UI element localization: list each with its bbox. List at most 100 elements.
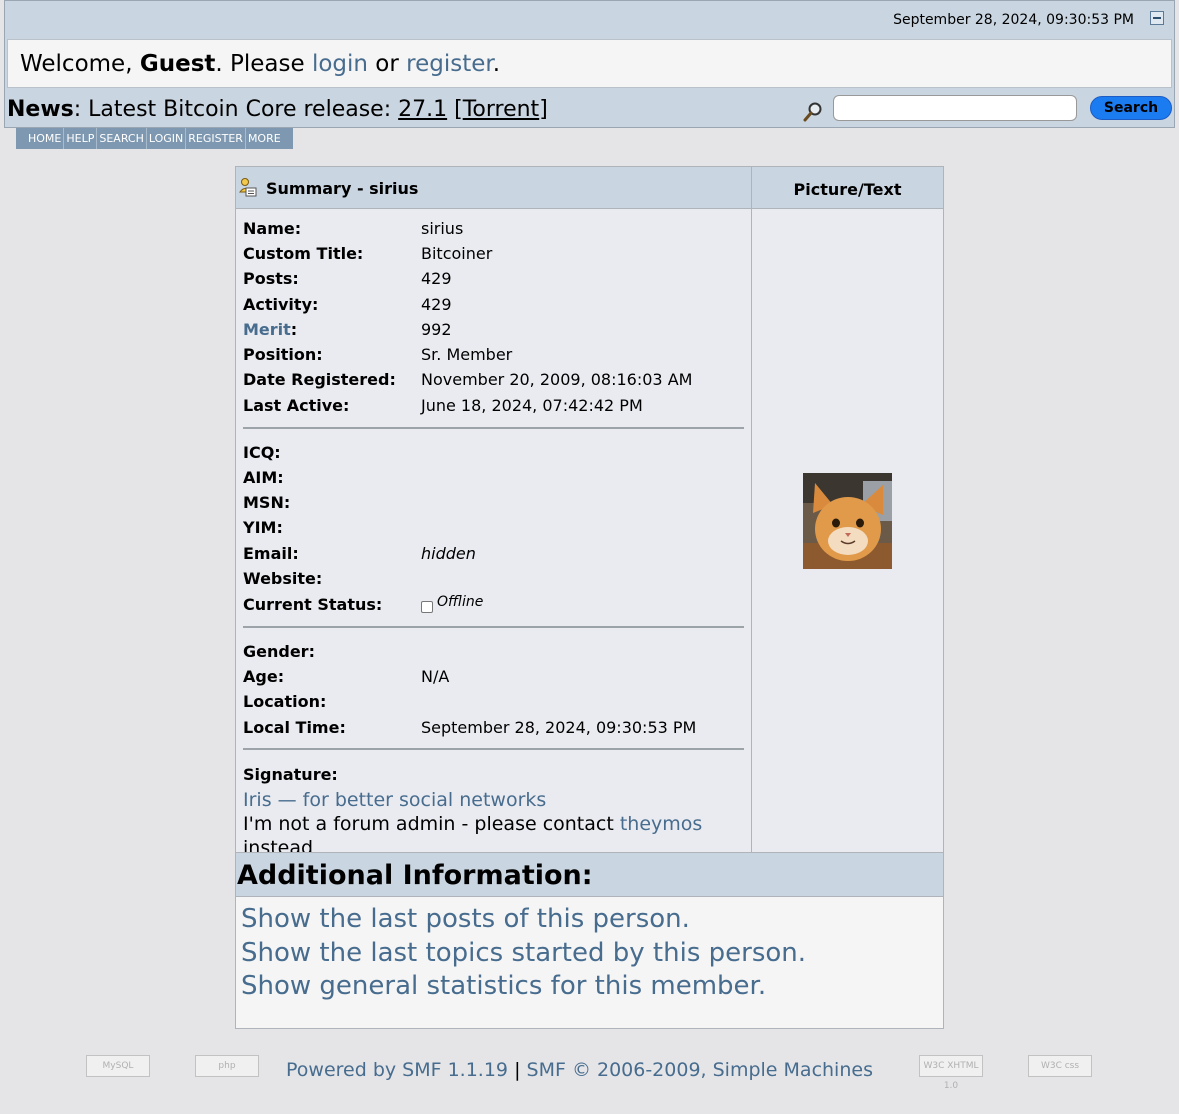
welcome-or: or [368, 51, 407, 77]
field-value: Bitcoiner [421, 244, 493, 263]
forum-header: September 28, 2024, 09:30:53 PM Welcome,… [4, 0, 1175, 128]
field-name: Name: sirius [243, 218, 743, 240]
field-activity: Activity: 429 [243, 294, 743, 316]
search-input[interactable] [833, 95, 1077, 121]
footer-credits: Powered by SMF 1.1.19 | SMF © 2006-2009,… [286, 1058, 873, 1082]
field-value: N/A [421, 667, 450, 686]
signature-label: Signature: [243, 765, 338, 784]
footer-separator: | [508, 1059, 527, 1081]
picture-body [752, 209, 943, 852]
field-position: Position: Sr. Member [243, 344, 743, 366]
additional-info-header: Additional Information: [236, 852, 943, 897]
torrent-bracket-close: ] [539, 97, 548, 122]
magnifier-icon [803, 102, 822, 122]
merit-link[interactable]: Merit [243, 320, 291, 339]
field-merit: Merit: 992 [243, 319, 743, 341]
torrent-bracket-open: [ [447, 97, 463, 122]
field-label: Local Time: [243, 718, 346, 737]
header-datetime: September 28, 2024, 09:30:53 PM [893, 12, 1134, 28]
php-badge[interactable]: php [195, 1055, 259, 1077]
menu-register[interactable]: REGISTER [186, 128, 246, 149]
mysql-badge[interactable]: MySQL [86, 1055, 150, 1077]
field-date-registered: Date Registered: November 20, 2009, 08:16… [243, 369, 743, 391]
field-label: Custom Title: [243, 244, 364, 263]
status-text: Offline [437, 594, 484, 610]
divider [243, 427, 744, 429]
field-age: Age: N/A [243, 666, 743, 688]
signature-line: I'm not a forum admin - please contact t… [243, 812, 702, 836]
field-custom-title: Custom Title: Bitcoiner [243, 243, 743, 265]
torrent-link[interactable]: Torrent [463, 97, 539, 122]
field-msn: MSN: [243, 492, 743, 514]
search-button[interactable]: Search [1090, 96, 1172, 120]
signature-text: I'm not a forum admin - please contact [243, 813, 620, 835]
last-posts-link[interactable]: Show the last posts of this person. [241, 903, 806, 937]
field-aim: AIM: [243, 467, 743, 489]
news-bar: News: Latest Bitcoin Core release: 27.1 … [7, 95, 548, 125]
signature-line-partial: instead [243, 837, 314, 852]
divider [243, 626, 744, 628]
menu-home[interactable]: HOME [26, 128, 65, 149]
signature-theymos-link[interactable]: theymos [620, 813, 702, 835]
field-label: Email: [243, 544, 299, 563]
summary-title: Summary - sirius [266, 179, 419, 198]
field-posts: Posts: 429 [243, 268, 743, 290]
field-value: June 18, 2024, 07:42:42 PM [421, 396, 643, 415]
field-label: Last Active: [243, 396, 350, 415]
css-badge[interactable]: W3C css [1028, 1055, 1092, 1077]
additional-info-links: Show the last posts of this person. Show… [241, 903, 806, 1004]
news-label: News [7, 97, 74, 122]
register-link[interactable]: register [406, 51, 493, 77]
main-menu: HOME HELP SEARCH LOGIN REGISTER MORE [16, 128, 293, 149]
menu-more[interactable]: MORE [246, 128, 283, 149]
field-value: September 28, 2024, 09:30:53 PM [421, 718, 697, 737]
last-topics-link[interactable]: Show the last topics started by this per… [241, 937, 806, 971]
welcome-prefix: Welcome, [20, 51, 140, 77]
menu-search[interactable]: SEARCH [97, 128, 147, 149]
field-location: Location: [243, 691, 743, 713]
field-label: Current Status: [243, 595, 383, 614]
field-last-active: Last Active: June 18, 2024, 07:42:42 PM [243, 395, 743, 417]
member-stats-link[interactable]: Show general statistics for this member. [241, 970, 806, 1004]
field-local-time: Local Time: September 28, 2024, 09:30:53 … [243, 717, 743, 739]
login-link[interactable]: login [312, 51, 368, 77]
user-summary-icon [239, 178, 257, 197]
welcome-suffix: . [492, 51, 501, 77]
picture-header: Picture/Text [752, 167, 943, 209]
field-value: sirius [421, 219, 464, 238]
field-icq: ICQ: [243, 442, 743, 464]
menu-help[interactable]: HELP [64, 128, 98, 149]
welcome-bar: Welcome, Guest. Please login or register… [7, 39, 1172, 88]
offline-status-icon [421, 600, 433, 613]
simple-machines-link[interactable]: SMF © 2006-2009, Simple Machines [527, 1059, 873, 1081]
field-label: AIM: [243, 468, 284, 487]
field-value: 429 [421, 269, 452, 288]
profile-panel: Summary - sirius Picture/Text Name: siriu… [235, 166, 944, 1029]
welcome-middle: . Please [215, 51, 312, 77]
xhtml-badge[interactable]: W3C XHTML 1.0 [919, 1055, 983, 1091]
field-value: Sr. Member [421, 345, 513, 364]
avatar [803, 473, 892, 569]
summary-header: Summary - sirius [236, 167, 752, 209]
field-label: Date Registered: [243, 370, 396, 389]
field-label: Posts: [243, 269, 299, 288]
field-value: 429 [421, 295, 452, 314]
merit-colon: : [290, 320, 298, 339]
field-value: November 20, 2009, 08:16:03 AM [421, 370, 693, 389]
divider [243, 748, 744, 750]
field-label: YIM: [243, 518, 283, 537]
field-current-status: Current Status: Offline [243, 594, 743, 616]
menu-login[interactable]: LOGIN [147, 128, 187, 149]
news-text: : Latest Bitcoin Core release: [73, 97, 399, 122]
summary-body: Name: sirius Custom Title: Bitcoiner Posts… [236, 209, 752, 852]
email-hidden: hidden [421, 544, 476, 563]
field-gender: Gender: [243, 641, 743, 663]
field-website: Website: [243, 568, 743, 590]
field-label: ICQ: [243, 443, 281, 462]
collapse-header-icon[interactable] [1150, 11, 1164, 25]
field-label: Position: [243, 345, 323, 364]
field-label: Age: [243, 667, 285, 686]
release-version-link[interactable]: 27.1 [398, 97, 447, 122]
signature-iris-link[interactable]: Iris — for better social networks [243, 788, 546, 812]
smf-powered-link[interactable]: Powered by SMF 1.1.19 [286, 1059, 508, 1081]
